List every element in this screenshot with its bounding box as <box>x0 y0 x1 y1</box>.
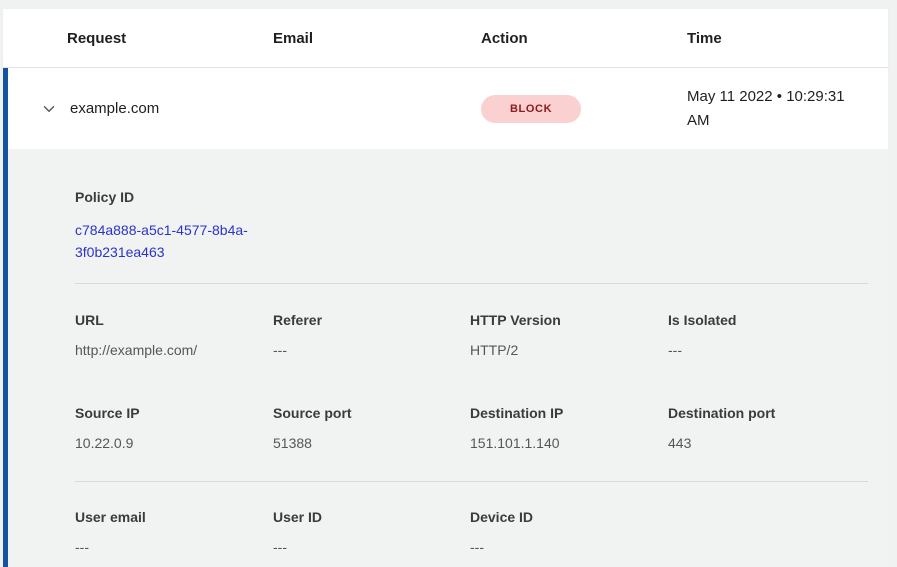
request-domain: example.com <box>70 100 481 117</box>
details-row-http: URL http://example.com/ Referer --- HTTP… <box>75 312 868 359</box>
user-id-label: User ID <box>273 509 470 526</box>
url-label: URL <box>75 312 273 329</box>
destination-ip-label: Destination IP <box>470 405 668 422</box>
table-header: Request Email Action Time <box>3 9 888 68</box>
user-id-field: User ID --- <box>273 509 470 556</box>
http-version-field: HTTP Version HTTP/2 <box>470 312 668 359</box>
log-details-panel: Policy ID c784a888-a5c1-4577-8b4a-3f0b23… <box>8 149 888 567</box>
url-field: URL http://example.com/ <box>75 312 273 359</box>
is-isolated-field: Is Isolated --- <box>668 312 868 359</box>
user-email-label: User email <box>75 509 273 526</box>
column-header-email: Email <box>273 30 481 47</box>
destination-port-field: Destination port 443 <box>668 405 868 452</box>
user-email-value: --- <box>75 539 273 556</box>
url-value: http://example.com/ <box>75 342 273 359</box>
column-header-action: Action <box>481 30 687 47</box>
chevron-down-icon[interactable] <box>40 100 70 118</box>
source-port-label: Source port <box>273 405 470 422</box>
log-table-card: Request Email Action Time example.com BL… <box>3 9 888 567</box>
details-row-user: User email --- User ID --- Device ID --- <box>75 509 868 556</box>
user-id-value: --- <box>273 539 470 556</box>
policy-id-label: Policy ID <box>75 189 868 206</box>
divider <box>75 481 868 482</box>
column-header-request: Request <box>67 30 273 47</box>
is-isolated-label: Is Isolated <box>668 312 868 329</box>
referer-field: Referer --- <box>273 312 470 359</box>
column-header-time: Time <box>687 30 888 47</box>
is-isolated-value: --- <box>668 342 868 359</box>
user-email-field: User email --- <box>75 509 273 556</box>
destination-ip-field: Destination IP 151.101.1.140 <box>470 405 668 452</box>
source-port-field: Source port 51388 <box>273 405 470 452</box>
device-id-value: --- <box>470 539 668 556</box>
http-version-label: HTTP Version <box>470 312 668 329</box>
policy-id-field: Policy ID c784a888-a5c1-4577-8b4a-3f0b23… <box>75 189 868 263</box>
source-ip-value: 10.22.0.9 <box>75 435 273 452</box>
device-id-field: Device ID --- <box>470 509 668 556</box>
details-row-network: Source IP 10.22.0.9 Source port 51388 De… <box>75 405 868 452</box>
http-version-value: HTTP/2 <box>470 342 668 359</box>
destination-port-label: Destination port <box>668 405 868 422</box>
destination-port-value: 443 <box>668 435 868 452</box>
action-block-badge: BLOCK <box>481 95 581 123</box>
divider <box>75 283 868 284</box>
referer-label: Referer <box>273 312 470 329</box>
log-row-summary[interactable]: example.com BLOCK May 11 2022 • 10:29:31… <box>8 68 888 149</box>
source-ip-field: Source IP 10.22.0.9 <box>75 405 273 452</box>
referer-value: --- <box>273 342 470 359</box>
device-id-label: Device ID <box>470 509 668 526</box>
source-ip-label: Source IP <box>75 405 273 422</box>
request-timestamp: May 11 2022 • 10:29:31 AM <box>687 85 865 133</box>
destination-ip-value: 151.101.1.140 <box>470 435 668 452</box>
expanded-log-row: example.com BLOCK May 11 2022 • 10:29:31… <box>3 68 888 567</box>
source-port-value: 51388 <box>273 435 470 452</box>
policy-id-link[interactable]: c784a888-a5c1-4577-8b4a-3f0b231ea463 <box>75 219 275 263</box>
